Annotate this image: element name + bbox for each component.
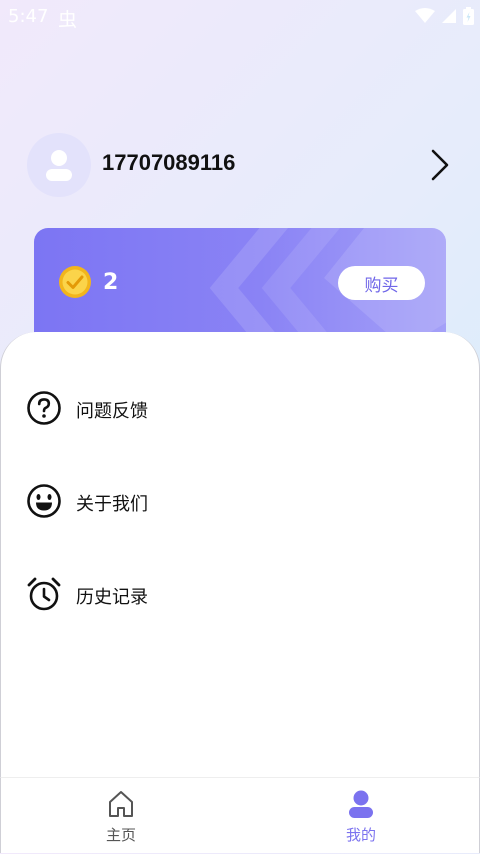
status-bar: 5:47 虫 — [0, 0, 480, 32]
question-circle-icon — [27, 391, 61, 425]
chevron-right-icon[interactable] — [428, 148, 452, 182]
home-icon — [109, 791, 133, 817]
menu-item-feedback[interactable]: 问题反馈 — [1, 378, 480, 438]
avatar — [27, 133, 91, 197]
tab-mine[interactable]: 我的 — [301, 778, 421, 854]
menu-item-about[interactable]: 关于我们 — [1, 471, 480, 531]
smiley-icon — [27, 484, 61, 518]
gold-coin-icon — [59, 266, 91, 298]
notification-bug-icon: 虫 — [58, 9, 78, 31]
tab-mine-label: 我的 — [345, 826, 376, 844]
menu-item-label: 关于我们 — [76, 494, 148, 515]
cell-signal-icon — [442, 9, 456, 23]
status-time: 5:47 — [8, 6, 49, 27]
bottom-nav: 主页 我的 — [0, 777, 480, 853]
menu-item-label: 问题反馈 — [76, 401, 148, 422]
menu-item-history[interactable]: 历史记录 — [1, 564, 480, 624]
username: 17707089116 — [102, 150, 236, 175]
tab-home[interactable]: 主页 — [61, 778, 181, 854]
profile-row[interactable]: 17707089116 — [0, 130, 480, 200]
menu-item-label: 历史记录 — [76, 587, 148, 608]
user-icon — [349, 790, 373, 818]
coin-card: 2 购买 — [34, 228, 446, 348]
alarm-clock-icon — [27, 577, 61, 611]
status-indicators — [415, 7, 474, 25]
menu-sheet: 问题反馈 关于我们 历史记录 — [0, 332, 480, 778]
tab-home-label: 主页 — [105, 826, 136, 844]
coin-count: 2 — [103, 270, 119, 295]
wifi-icon — [415, 8, 435, 23]
avatar-user-icon — [46, 150, 72, 181]
buy-button[interactable]: 购买 — [338, 266, 425, 300]
battery-icon — [463, 7, 474, 25]
